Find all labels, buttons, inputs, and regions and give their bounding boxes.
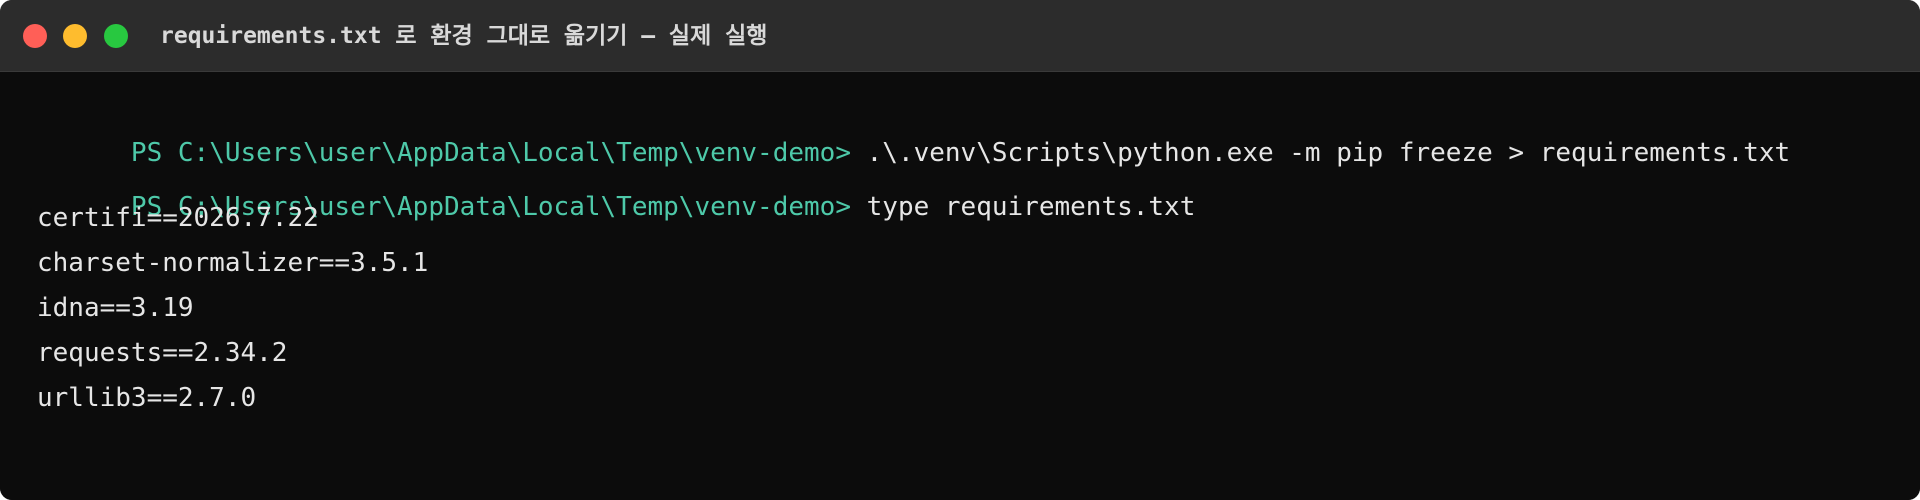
window-title: requirements.txt 로 환경 그대로 옮기기 — 실제 실행 [160,23,768,49]
output-line: requests==2.34.2 [37,338,288,368]
minimize-button[interactable] [63,24,87,48]
title-bar: requirements.txt 로 환경 그대로 옮기기 — 실제 실행 [0,0,1920,72]
output-line: idna==3.19 [37,293,194,323]
output-line: charset-normalizer==3.5.1 [37,248,429,278]
terminal-output[interactable]: PS C:\Users\user\AppData\Local\Temp\venv… [0,72,1920,500]
terminal-window: requirements.txt 로 환경 그대로 옮기기 — 실제 실행 PS… [0,0,1920,500]
close-button[interactable] [23,24,47,48]
maximize-button[interactable] [104,24,128,48]
output-line: certifi==2026.7.22 [37,203,319,233]
output-line: urllib3==2.7.0 [37,383,257,413]
command-text: type requirements.txt [850,192,1196,222]
